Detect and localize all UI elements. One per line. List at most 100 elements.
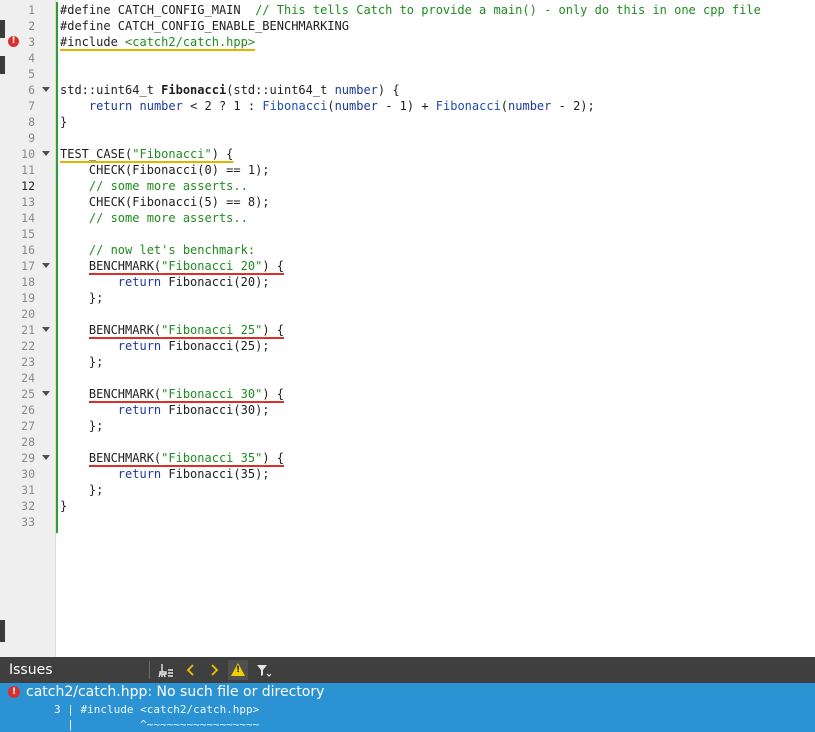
code-text[interactable]: }; — [60, 354, 103, 370]
code-line[interactable]: 6 std::uint64_t Fibonacci(std::uint64_t n… — [5, 82, 815, 98]
code-line[interactable]: 15 — [5, 226, 815, 242]
code-token: "Fibonacci 20" — [161, 259, 263, 273]
code-line[interactable]: 31 }; — [5, 482, 815, 498]
code-line[interactable]: ! 3 #include <catch2/catch.hpp> — [5, 34, 815, 50]
code-line[interactable]: 10 TEST_CASE("Fibonacci") { — [5, 146, 815, 162]
code-text[interactable]: #define CATCH_CONFIG_MAIN // This tells … — [60, 2, 761, 18]
code-text[interactable]: BENCHMARK("Fibonacci 30") { — [60, 386, 284, 402]
code-text[interactable]: CHECK(Fibonacci(5) == 8); — [60, 194, 270, 210]
code-line[interactable]: 16 // now let's benchmark: — [5, 242, 815, 258]
code-line[interactable]: 20 — [5, 306, 815, 322]
fold-arrow-icon[interactable] — [42, 87, 50, 92]
code-line[interactable]: 5 — [5, 66, 815, 82]
code-line[interactable]: 8} — [5, 114, 815, 130]
line-number: 30 — [21, 467, 35, 481]
code-text[interactable]: #define CATCH_CONFIG_ENABLE_BENCHMARKING — [60, 18, 349, 34]
line-number: 4 — [28, 51, 35, 65]
code-line[interactable]: 9 — [5, 130, 815, 146]
fold-arrow-icon[interactable] — [42, 455, 50, 460]
broom-icon[interactable] — [157, 660, 177, 680]
code-line[interactable]: 23 }; — [5, 354, 815, 370]
code-token: < 2 ? 1 : — [182, 99, 263, 113]
code-text[interactable]: }; — [60, 482, 103, 498]
code-lines[interactable]: 1 #define CATCH_CONFIG_MAIN // This tells… — [5, 2, 815, 530]
code-line[interactable]: 7 return number < 2 ? 1 : Fibonacci(numb… — [5, 98, 815, 114]
code-token: Fibonacci(30); — [161, 403, 270, 417]
code-token: // now let's benchmark: — [88, 243, 256, 257]
code-line[interactable]: 22 return Fibonacci(25); — [5, 338, 815, 354]
code-text[interactable]: return Fibonacci(35); — [60, 466, 270, 482]
fold-arrow-icon[interactable] — [42, 151, 50, 156]
code-line[interactable]: 28 — [5, 434, 815, 450]
code-text[interactable]: } — [60, 498, 67, 514]
code-text[interactable]: #include <catch2/catch.hpp> — [60, 34, 255, 50]
code-line[interactable]: 2 #define CATCH_CONFIG_ENABLE_BENCHMARKIN… — [5, 18, 815, 34]
chevron-left-icon[interactable] — [181, 660, 201, 680]
code-line[interactable]: 1 #define CATCH_CONFIG_MAIN // This tells… — [5, 2, 815, 18]
code-text[interactable]: return Fibonacci(25); — [60, 338, 270, 354]
code-token: ) { — [377, 83, 400, 97]
code-line[interactable]: 11 CHECK(Fibonacci(0) == 1); — [5, 162, 815, 178]
code-text[interactable]: return number < 2 ? 1 : Fibonacci(number… — [60, 98, 595, 114]
code-line[interactable]: 29 BENCHMARK("Fibonacci 35") { — [5, 450, 815, 466]
code-line[interactable]: 21 BENCHMARK("Fibonacci 25") { — [5, 322, 815, 338]
code-line[interactable]: 18 return Fibonacci(20); — [5, 274, 815, 290]
code-text[interactable]: } — [60, 114, 67, 130]
code-line[interactable]: 14 // some more asserts.. — [5, 210, 815, 226]
code-text[interactable]: std::uint64_t Fibonacci(std::uint64_t nu… — [60, 82, 400, 98]
issue-message: catch2/catch.hpp: No such file or direct… — [26, 684, 325, 700]
fold-arrow-icon[interactable] — [42, 263, 50, 268]
code-token: ( — [327, 99, 335, 113]
code-line[interactable]: 33 — [5, 514, 815, 530]
chevron-right-icon[interactable] — [204, 660, 224, 680]
code-line[interactable]: 32} — [5, 498, 815, 514]
issue-item[interactable]: ! catch2/catch.hpp: No such file or dire… — [0, 683, 815, 732]
code-token: return — [117, 403, 162, 417]
code-token: }; — [60, 419, 104, 433]
code-text[interactable]: }; — [60, 290, 103, 306]
code-text[interactable]: return Fibonacci(20); — [60, 274, 270, 290]
line-number: 8 — [28, 115, 35, 129]
code-token: "Fibonacci 35" — [161, 451, 263, 465]
code-text[interactable]: TEST_CASE("Fibonacci") { — [60, 146, 233, 162]
filter-icon[interactable] — [253, 660, 273, 680]
code-line[interactable]: 17 BENCHMARK("Fibonacci 20") { — [5, 258, 815, 274]
code-token: (std::uint64_t — [226, 83, 335, 97]
code-text[interactable]: BENCHMARK("Fibonacci 20") { — [60, 258, 284, 274]
code-token: BENCHMARK( — [88, 387, 162, 401]
code-text[interactable]: BENCHMARK("Fibonacci 35") { — [60, 450, 284, 466]
code-line[interactable]: 26 return Fibonacci(30); — [5, 402, 815, 418]
code-line[interactable]: 24 — [5, 370, 815, 386]
code-editor[interactable]: 1 #define CATCH_CONFIG_MAIN // This tells… — [5, 0, 815, 657]
code-token: - 2); — [551, 99, 595, 113]
code-line[interactable]: 25 BENCHMARK("Fibonacci 30") { — [5, 386, 815, 402]
fold-arrow-icon[interactable] — [42, 391, 50, 396]
code-line[interactable]: 13 CHECK(Fibonacci(5) == 8); — [5, 194, 815, 210]
code-token: BENCHMARK( — [88, 323, 162, 337]
code-line[interactable]: 19 }; — [5, 290, 815, 306]
code-token: return — [88, 99, 133, 113]
line-number: 17 — [21, 259, 35, 273]
code-text[interactable]: // now let's benchmark: — [60, 242, 255, 258]
line-number: 18 — [21, 275, 35, 289]
code-text[interactable]: return Fibonacci(30); — [60, 402, 270, 418]
code-text[interactable]: CHECK(Fibonacci(0) == 1); — [60, 162, 270, 178]
code-text[interactable]: }; — [60, 418, 103, 434]
code-token: "Fibonacci 30" — [161, 387, 263, 401]
code-text[interactable]: // some more asserts.. — [60, 178, 248, 194]
code-line[interactable]: 27 }; — [5, 418, 815, 434]
warning-icon[interactable]: ! — [228, 660, 248, 680]
code-token: CHECK(Fibonacci(5) == 8); — [60, 195, 270, 209]
code-line[interactable]: 30 return Fibonacci(35); — [5, 466, 815, 482]
code-line[interactable]: 12 // some more asserts.. — [5, 178, 815, 194]
issues-panel[interactable]: Issues ! ! catch2/catch.hpp: No such fil… — [0, 657, 815, 732]
code-text[interactable]: // some more asserts.. — [60, 210, 248, 226]
code-line[interactable]: 4 — [5, 50, 815, 66]
code-text[interactable]: BENCHMARK("Fibonacci 25") { — [60, 322, 284, 338]
code-token: ) { — [262, 451, 284, 465]
code-token: #define CATCH_CONFIG_MAIN — [60, 3, 256, 17]
line-number: 12 — [21, 179, 35, 193]
fold-arrow-icon[interactable] — [42, 327, 50, 332]
